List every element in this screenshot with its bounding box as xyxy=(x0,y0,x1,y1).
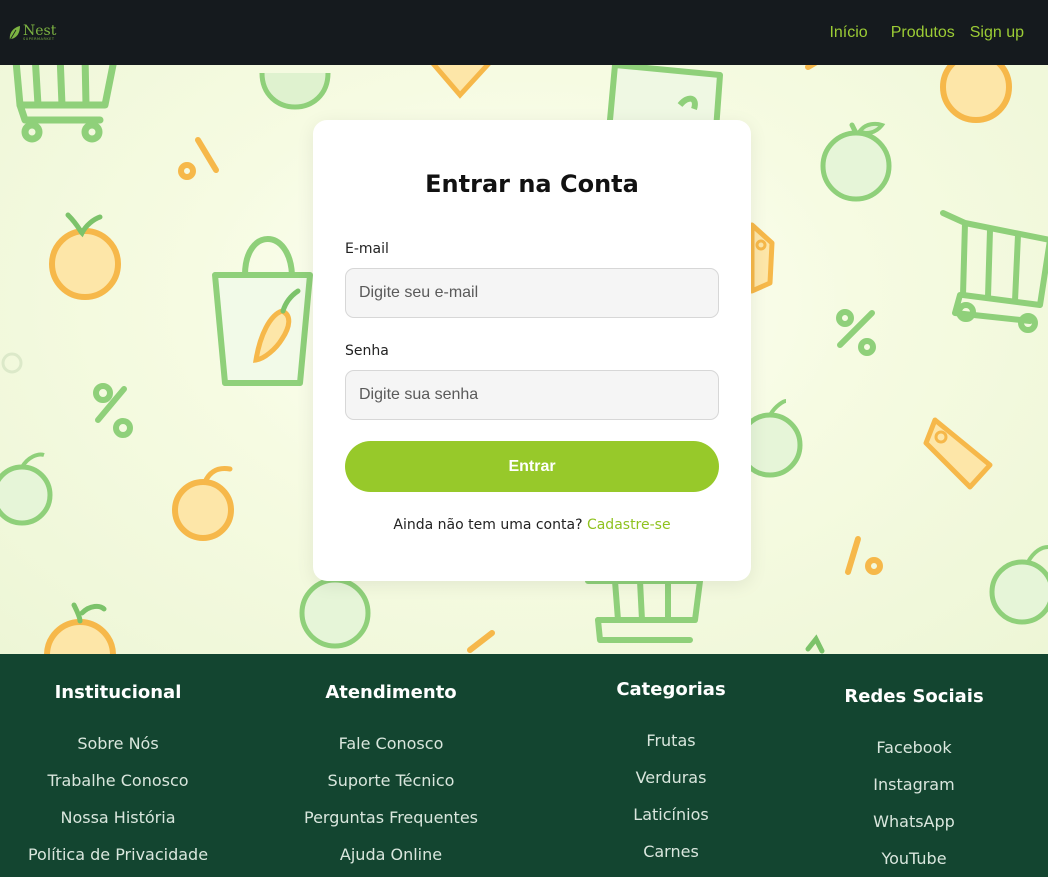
footer-link-frutas[interactable]: Frutas xyxy=(646,731,695,750)
footer-column-title: Categorias xyxy=(616,679,726,700)
orange-icon xyxy=(940,65,1012,123)
email-label: E-mail xyxy=(345,241,389,257)
email-input[interactable] xyxy=(345,268,719,318)
footer-link-perguntas-frequentes[interactable]: Perguntas Frequentes xyxy=(304,808,478,827)
percent-icon xyxy=(178,137,219,180)
percent-icon xyxy=(93,383,133,438)
login-submit-button[interactable]: Entrar xyxy=(345,441,719,492)
signup-link[interactable]: Cadastre-se xyxy=(587,517,671,533)
footer-column-redes-sociais: Redes Sociais Facebook Instagram WhatsAp… xyxy=(843,686,985,877)
footer-link-instagram[interactable]: Instagram xyxy=(873,775,954,794)
percent-icon xyxy=(836,309,876,356)
nav-link-inicio[interactable]: Início xyxy=(829,24,867,42)
footer-link-suporte-tecnico[interactable]: Suporte Técnico xyxy=(328,771,455,790)
footer-column-atendimento: Atendimento Fale Conosco Suporte Técnico… xyxy=(293,682,489,873)
login-title: Entrar na Conta xyxy=(425,170,639,198)
footer-link-ajuda-online[interactable]: Ajuda Online xyxy=(340,845,442,864)
footer-link-fale-conosco[interactable]: Fale Conosco xyxy=(339,734,444,753)
footer-link-trabalhe-conosco[interactable]: Trabalhe Conosco xyxy=(47,771,188,790)
shopping-cart-icon xyxy=(12,65,117,143)
footer-link-sobre-nos[interactable]: Sobre Nós xyxy=(77,734,158,753)
signup-prompt: Ainda não tem uma conta? Cadastre-se xyxy=(313,517,751,533)
price-tag-icon xyxy=(923,417,993,490)
site-footer: Institucional Sobre Nós Trabalhe Conosco… xyxy=(0,654,1048,877)
no-account-text: Ainda não tem uma conta? xyxy=(393,517,583,533)
password-label: Senha xyxy=(345,343,389,359)
price-tag-icon xyxy=(430,65,491,99)
percent-icon xyxy=(845,536,883,575)
footer-link-whatsapp[interactable]: WhatsApp xyxy=(873,812,955,831)
apple-icon xyxy=(820,121,892,202)
brand-text: Nest SUPERMARKET xyxy=(23,24,56,42)
orange-icon xyxy=(172,466,234,541)
apple-icon xyxy=(989,545,1048,625)
orange-icon xyxy=(44,602,116,654)
footer-link-nossa-historia[interactable]: Nossa História xyxy=(60,808,175,827)
top-navbar: Nest SUPERMARKET Início Produtos Sign up xyxy=(0,0,1048,65)
orange-icon xyxy=(49,212,121,300)
footer-link-youtube[interactable]: YouTube xyxy=(881,849,946,868)
brand-tagline: SUPERMARKET xyxy=(23,36,55,41)
brand-name: Nest xyxy=(23,22,57,39)
main-nav: Início Produtos Sign up xyxy=(829,24,1040,42)
footer-link-laticinios[interactable]: Laticínios xyxy=(633,805,708,824)
footer-link-carnes[interactable]: Carnes xyxy=(643,842,699,861)
footer-link-facebook[interactable]: Facebook xyxy=(876,738,951,757)
shopping-cart-icon xyxy=(940,210,1048,333)
footer-column-institucional: Institucional Sobre Nós Trabalhe Conosco… xyxy=(18,682,218,873)
shopping-bag-icon xyxy=(212,236,313,386)
footer-column-title: Atendimento xyxy=(325,682,457,703)
apple-icon xyxy=(259,72,331,110)
price-tag-icon xyxy=(749,222,775,294)
password-input[interactable] xyxy=(345,370,719,420)
apple-icon xyxy=(299,577,371,649)
footer-link-verduras[interactable]: Verduras xyxy=(636,768,707,787)
nav-link-signup[interactable]: Sign up xyxy=(970,24,1024,42)
footer-column-title: Institucional xyxy=(54,682,182,703)
nav-link-produtos[interactable]: Produtos xyxy=(891,24,955,42)
footer-column-categorias: Categorias Frutas Verduras Laticínios Ca… xyxy=(595,679,747,870)
footer-column-title: Redes Sociais xyxy=(844,686,984,707)
footer-link-politica-privacidade[interactable]: Política de Privacidade xyxy=(28,845,208,864)
brand-logo[interactable]: Nest SUPERMARKET xyxy=(8,24,56,42)
leaf-logo-icon xyxy=(9,25,20,40)
apple-icon xyxy=(0,452,53,526)
login-card: Entrar na Conta E-mail Senha Entrar Aind… xyxy=(313,120,751,581)
shopping-cart-icon xyxy=(585,578,703,643)
